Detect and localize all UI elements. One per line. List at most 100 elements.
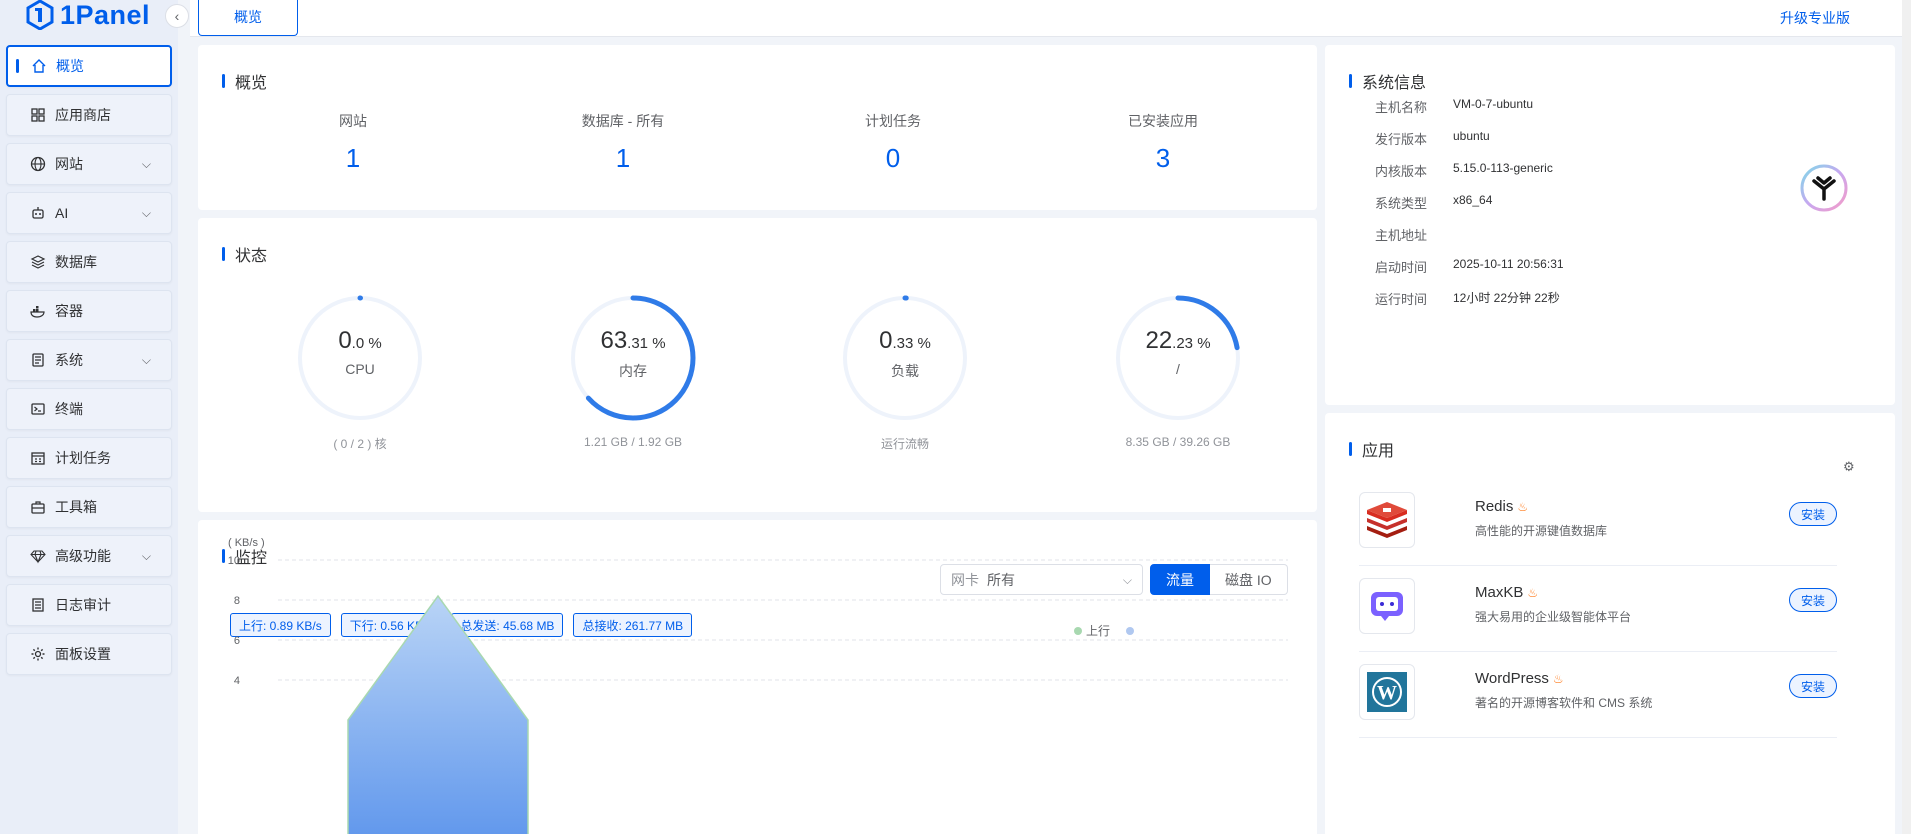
layers-icon [29,253,47,271]
overview-stat[interactable]: 网站 1 [253,111,453,174]
system-info-row: 运行时间 12小时 22分钟 22秒 [1375,289,1560,308]
install-button[interactable]: 安装 [1789,502,1837,526]
overview-panel: 概览 网站 1 数据库 - 所有 1 计划任务 0 已安装应用 3 [198,45,1317,210]
logo[interactable]: 1Panel [26,0,150,30]
log-icon [29,596,47,614]
upgrade-pro-link[interactable]: 升级专业版 [1780,8,1850,28]
status-title: 状态 [222,242,267,266]
app-name: MaxKB ♨ [1475,584,1538,601]
tab-overview[interactable]: 概览 [198,0,298,36]
app-name: WordPress ♨ [1475,670,1564,687]
sidebar-item-7[interactable]: 终端 [6,388,172,430]
overview-stat-label: 计划任务 [865,113,921,129]
sidebar-item-label: 高级功能 [55,548,111,564]
gauge-value-dec: .23 % [1172,335,1211,352]
sidebar-item-8[interactable]: 计划任务 [6,437,172,479]
gauge-value-int: 22 [1145,327,1173,354]
os-logo-icon [1800,164,1848,212]
system-info-title: 系统信息 [1349,69,1426,93]
gauge-value: 63.31 % [533,327,733,355]
apps-panel: 应用 ⚙ Redis ♨ 高性能的开源键值数据库 安装 MaxKB ♨ 强大易用的企业级智能… [1325,413,1895,834]
docker-icon [29,302,47,320]
system-info-value: 2025-10-11 20:56:31 [1453,257,1564,271]
robot-icon [29,204,47,222]
toolbox-icon [29,498,47,516]
overview-stat[interactable]: 计划任务 0 [793,111,993,174]
page-scrollbar[interactable] [1902,0,1911,834]
sidebar-item-label: 工具箱 [55,499,97,515]
overview-stat-label: 数据库 - 所有 [581,113,665,129]
brand-name: 1Panel [60,0,151,30]
gauge-detail: ( 0 / 2 ) 核 [333,437,387,451]
system-info-key: 发行版本 [1375,132,1428,147]
status-gauge: 63.31 % 内存 1.21 GB / 1.92 GB [533,293,733,449]
app-row[interactable]: W WordPress ♨ 著名的开源博客软件和 CMS 系统 安装 [1359,652,1837,738]
chevron-left-icon: ‹ [174,8,180,24]
redis-icon [1359,492,1415,548]
sidebar-menu: 概览应用商店网站 ⌵ AI ⌵ 数据库容器系统 ⌵ 终端计划任务工具箱高级功能 ⌵ 日志审计面板… [6,45,172,682]
app-row[interactable]: Redis ♨ 高性能的开源键值数据库 安装 [1359,480,1837,566]
system-info-row: 主机名称 VM-0-7-ubuntu [1375,97,1533,116]
gauge-detail: 1.21 GB / 1.92 GB [583,435,683,449]
y-tick-label: 10 [228,555,240,567]
sidebar-item-12[interactable]: 面板设置 [6,633,172,675]
series-up-area [347,594,529,834]
sidebar-item-1[interactable]: 应用商店 [6,94,172,136]
sidebar-item-4[interactable]: 数据库 [6,241,172,283]
sidebar-item-9[interactable]: 工具箱 [6,486,172,528]
gauge-value-dec: .33 % [892,335,931,352]
gauge-name: 内存 [619,363,647,379]
system-info-key: 启动时间 [1375,260,1428,275]
system-info-key: 运行时间 [1375,292,1428,307]
sidebar-item-0[interactable]: 概览 [6,45,172,87]
system-info-key: 主机地址 [1375,228,1428,243]
system-info-value: x86_64 [1453,193,1493,207]
monitor-panel: 监控 网卡 所有 ⌵ 流量 磁盘 IO 上行: 0.89 KB/s 下行: 0.5… [198,520,1317,834]
overview-stat[interactable]: 已安装应用 3 [1063,111,1263,174]
sidebar-item-6[interactable]: 系统 ⌵ [6,339,172,381]
gauge-value-dec: .0 % [351,335,382,352]
overview-stat-label: 网站 [339,113,367,129]
apps-settings-icon[interactable]: ⚙ [1843,459,1855,475]
sidebar-item-label: AI [55,205,69,221]
install-button[interactable]: 安装 [1789,588,1837,612]
system-info-key: 系统类型 [1375,196,1428,211]
sidebar-item-2[interactable]: 网站 ⌵ [6,143,172,185]
gear-icon [29,645,47,663]
status-gauge: 0.33 % 负载 运行流畅 [805,293,1005,452]
sidebar-item-11[interactable]: 日志审计 [6,584,172,626]
apps-title: 应用 [1349,437,1394,461]
system-info-panel: 系统信息 主机名称 VM-0-7-ubuntu 发行版本 ubuntu 内核版本 5.15… [1325,45,1895,405]
gauge-value-int: 0 [338,327,352,354]
y-axis-label: ( KB/s ) [228,537,265,549]
gauge-detail: 8.35 GB / 39.26 GB [1125,435,1231,449]
system-info-key: 主机名称 [1375,100,1428,115]
overview-stat-value: 1 [615,143,631,173]
gauge-value: 0.0 % [260,327,460,355]
gauge-detail: 运行流畅 [880,437,929,451]
overview-stat[interactable]: 数据库 - 所有 1 [523,111,723,174]
sidebar-item-10[interactable]: 高级功能 ⌵ [6,535,172,577]
status-panel: 状态 0.0 % CPU ( 0 / 2 ) 核 63.31 % 内存 1.21… [198,218,1317,512]
terminal-icon [29,400,47,418]
traffic-chart: ( KB/s ) 10 8 6 4 [228,537,1288,834]
sidebar-item-label: 系统 [55,352,83,368]
system-info-row: 内核版本 5.15.0-113-generic [1375,161,1553,180]
svg-text:W: W [1377,682,1397,704]
sidebar-item-label: 应用商店 [55,107,111,123]
sidebar-item-3[interactable]: AI ⌵ [6,192,172,234]
collapse-sidebar-button[interactable]: ‹ [165,4,189,28]
install-button[interactable]: 安装 [1789,674,1837,698]
app-row[interactable]: MaxKB ♨ 强大易用的企业级智能体平台 安装 [1359,566,1837,652]
app-name: Redis ♨ [1475,498,1528,515]
y-tick-label: 6 [234,635,240,647]
status-gauge: 0.0 % CPU ( 0 / 2 ) 核 [260,293,460,452]
top-bar: 概览 升级专业版 [190,0,1902,37]
y-tick-label: 4 [234,675,240,687]
sidebar-item-5[interactable]: 容器 [6,290,172,332]
overview-stat-value: 0 [885,143,901,173]
gauge-name: 负载 [891,363,919,379]
maxkb-icon [1359,578,1415,634]
app-description: 强大易用的企业级智能体平台 [1475,610,1632,624]
sidebar-item-label: 数据库 [55,254,97,270]
